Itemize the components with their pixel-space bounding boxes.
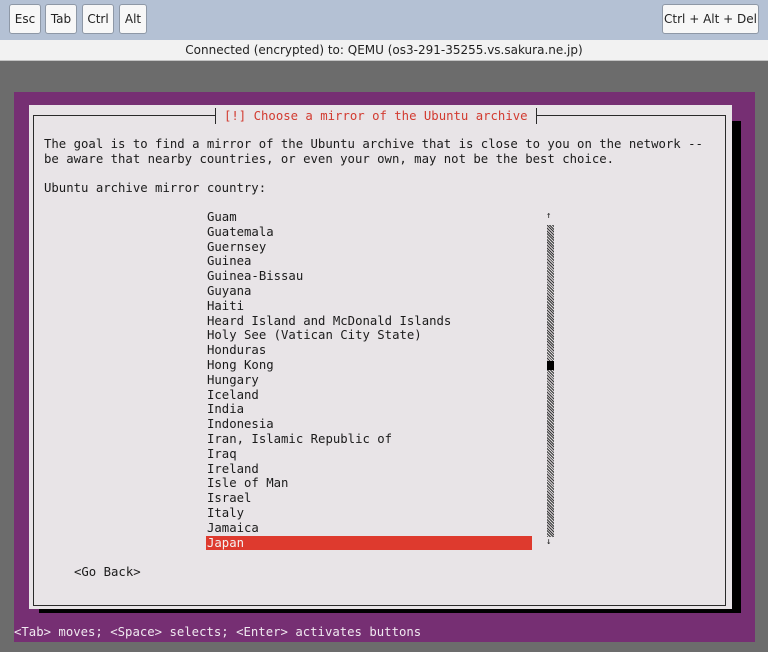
list-item[interactable]: Jamaica: [206, 521, 532, 536]
list-item[interactable]: Italy: [206, 506, 532, 521]
scrollbar-track[interactable]: [547, 225, 554, 537]
tab-key-button[interactable]: Tab: [45, 4, 77, 34]
list-item[interactable]: Guam: [206, 210, 532, 225]
scroll-down-arrow-icon[interactable]: ↓: [546, 537, 551, 547]
list-item[interactable]: Honduras: [206, 343, 532, 358]
list-item[interactable]: Isle of Man: [206, 476, 532, 491]
list-item[interactable]: Guinea: [206, 254, 532, 269]
esc-key-button[interactable]: Esc: [9, 4, 41, 34]
list-item[interactable]: Israel: [206, 491, 532, 506]
list-item[interactable]: Guatemala: [206, 225, 532, 240]
list-item[interactable]: India: [206, 402, 532, 417]
connection-status: Connected (encrypted) to: QEMU (os3-291-…: [0, 40, 768, 61]
dialog-description-line2: be aware that nearby countries, or even …: [44, 152, 615, 166]
list-item-selected[interactable]: Japan: [206, 535, 532, 551]
mirror-country-prompt: Ubuntu archive mirror country:: [44, 181, 267, 195]
toolbar: Esc Tab Ctrl Alt Ctrl + Alt + Del: [0, 0, 768, 40]
list-item[interactable]: Guyana: [206, 284, 532, 299]
list-item[interactable]: Haiti: [206, 299, 532, 314]
scrollbar-thumb[interactable]: [547, 361, 554, 370]
list-item[interactable]: Ireland: [206, 462, 532, 477]
dialog-title: [!] Choose a mirror of the Ubuntu archiv…: [215, 108, 537, 124]
ctrl-key-button[interactable]: Ctrl: [82, 4, 114, 34]
country-list[interactable]: Guam Guatemala Guernsey Guinea Guinea-Bi…: [206, 210, 532, 551]
list-item[interactable]: Hong Kong: [206, 358, 532, 373]
list-item[interactable]: Holy See (Vatican City State): [206, 328, 532, 343]
scroll-up-arrow-icon[interactable]: ↑: [546, 211, 551, 221]
keyboard-hint: <Tab> moves; <Space> selects; <Enter> ac…: [14, 625, 422, 639]
list-item[interactable]: Heard Island and McDonald Islands: [206, 314, 532, 329]
list-item[interactable]: Hungary: [206, 373, 532, 388]
ctrl-alt-del-button[interactable]: Ctrl + Alt + Del: [662, 4, 759, 34]
list-item[interactable]: Guernsey: [206, 240, 532, 255]
go-back-button[interactable]: <Go Back>: [74, 565, 141, 580]
alt-key-button[interactable]: Alt: [119, 4, 147, 34]
list-item[interactable]: Guinea-Bissau: [206, 269, 532, 284]
list-item[interactable]: Iceland: [206, 388, 532, 403]
dialog-description-line1: The goal is to find a mirror of the Ubun…: [44, 137, 703, 151]
list-item[interactable]: Indonesia: [206, 417, 532, 432]
list-item[interactable]: Iran, Islamic Republic of: [206, 432, 532, 447]
list-item[interactable]: Iraq: [206, 447, 532, 462]
mirror-dialog: [!] Choose a mirror of the Ubuntu archiv…: [29, 105, 732, 609]
